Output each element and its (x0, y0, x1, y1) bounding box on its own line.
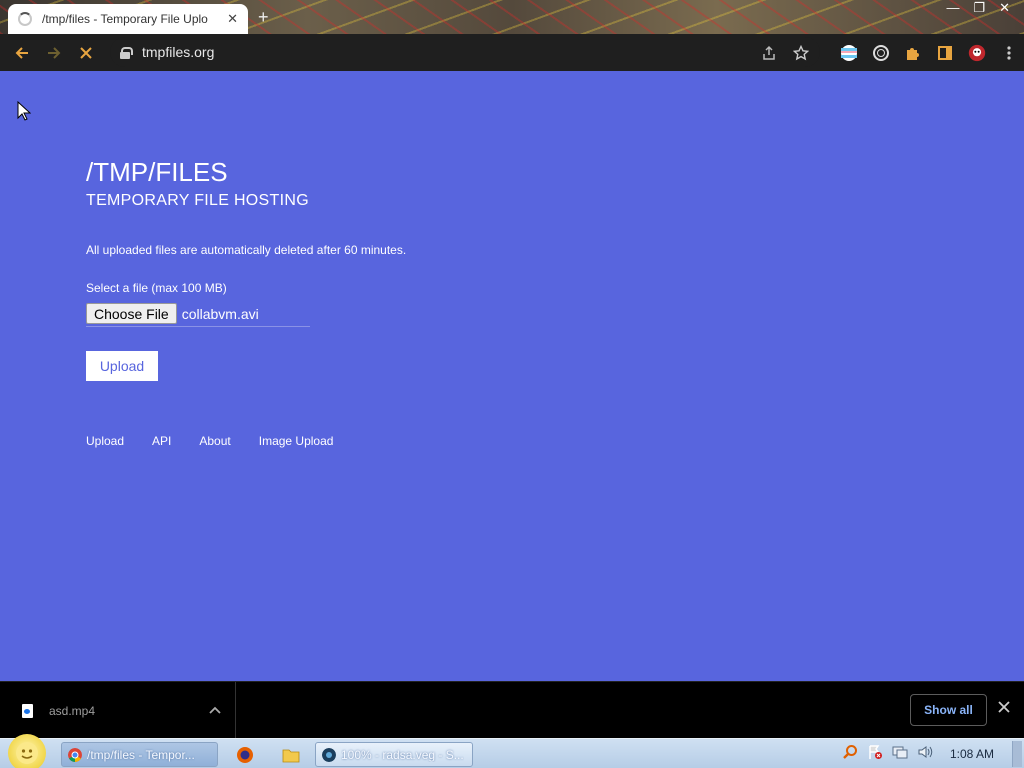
close-window-button[interactable]: ✕ (999, 0, 1010, 16)
file-icon (22, 703, 33, 718)
download-file-name: asd.mp4 (49, 703, 96, 718)
browser-toolbar: tmpfiles.org (0, 34, 1024, 71)
search-tray-icon[interactable] (842, 744, 858, 765)
bookmark-star-icon[interactable] (792, 44, 810, 62)
tab-close-icon[interactable]: ✕ (227, 11, 238, 27)
tab-title: /tmp/files - Temporary File Uplo (42, 12, 208, 26)
forward-arrow-icon (48, 46, 61, 59)
folder-icon (282, 749, 300, 762)
show-desktop-button[interactable] (1012, 741, 1022, 767)
chevron-up-icon[interactable] (209, 705, 221, 717)
taskbar-vegas-window[interactable]: 100% - radsa.veg - S... (315, 742, 473, 767)
taskbar-vegas-label: 100% - radsa.veg - S... (341, 747, 464, 762)
taskbar-chrome-window[interactable]: /tmp/files - Tempor... (61, 742, 218, 767)
footer-nav: Upload API About Image Upload (86, 434, 333, 448)
extensions-puzzle-icon[interactable] (904, 44, 922, 62)
stop-loading-button[interactable] (70, 37, 102, 69)
back-button[interactable] (6, 37, 38, 69)
browser-menu-icon[interactable] (1000, 44, 1018, 62)
vegas-icon (322, 747, 336, 762)
share-icon[interactable] (760, 44, 778, 62)
file-select-label: Select a file (max 100 MB) (86, 281, 227, 295)
footer-link-api[interactable]: API (152, 434, 171, 448)
retention-notice: All uploaded files are automatically del… (86, 243, 407, 257)
address-url: tmpfiles.org (142, 44, 215, 60)
forward-button[interactable] (38, 37, 70, 69)
download-item[interactable]: asd.mp4 (0, 682, 236, 739)
chrome-icon (68, 747, 82, 762)
side-panel-icon[interactable] (936, 44, 954, 62)
taskbar-clock[interactable]: 1:08 AM (950, 747, 994, 761)
show-all-button[interactable]: Show all (910, 694, 987, 726)
restore-button[interactable]: ❐ (973, 0, 985, 16)
download-shelf: asd.mp4 Show all (0, 681, 1024, 739)
back-arrow-icon (15, 46, 28, 59)
loading-spinner-icon (18, 12, 32, 26)
start-button-icon[interactable] (8, 734, 46, 768)
footer-link-about[interactable]: About (199, 434, 230, 448)
selected-file-name: collabvm.avi (181, 305, 259, 322)
footer-link-upload[interactable]: Upload (86, 434, 124, 448)
file-input[interactable]: Choose File collabvm.avi (86, 301, 310, 327)
browser-tab[interactable]: /tmp/files - Temporary File Uplo ✕ (8, 4, 248, 34)
close-shelf-icon[interactable] (998, 700, 1010, 718)
firefox-icon (237, 746, 253, 763)
stop-icon (80, 46, 92, 59)
choose-file-button[interactable]: Choose File (86, 303, 177, 324)
action-center-flag-icon[interactable] (867, 744, 883, 765)
new-tab-button[interactable]: + (258, 7, 269, 28)
extension-flag-icon[interactable] (840, 44, 858, 62)
footer-link-image-upload[interactable]: Image Upload (259, 434, 334, 448)
upload-button[interactable]: Upload (86, 351, 158, 381)
extension-record-icon[interactable] (872, 44, 890, 62)
profile-avatar-icon[interactable] (968, 44, 986, 62)
address-bar[interactable]: tmpfiles.org (110, 37, 820, 67)
os-taskbar: /tmp/files - Tempor... 100% - radsa.veg … (0, 734, 1024, 768)
system-tray (842, 744, 933, 765)
taskbar-firefox[interactable] (230, 742, 256, 767)
taskbar-chrome-label: /tmp/files - Tempor... (87, 747, 195, 762)
page-title: /TMP/FILES (86, 157, 228, 187)
toolbar-actions (760, 34, 1018, 71)
minimize-button[interactable]: — (946, 0, 959, 16)
lock-icon (120, 46, 133, 59)
taskbar-explorer[interactable] (276, 742, 302, 767)
volume-tray-icon[interactable] (917, 744, 933, 765)
browser-tab-strip: /tmp/files - Temporary File Uplo ✕ + — ❐… (0, 0, 1024, 34)
network-tray-icon[interactable] (892, 744, 908, 765)
web-page: /TMP/FILES TEMPORARY FILE HOSTING All up… (0, 71, 1024, 681)
page-subtitle: TEMPORARY FILE HOSTING (86, 192, 309, 209)
window-controls: — ❐ ✕ (946, 0, 1010, 16)
